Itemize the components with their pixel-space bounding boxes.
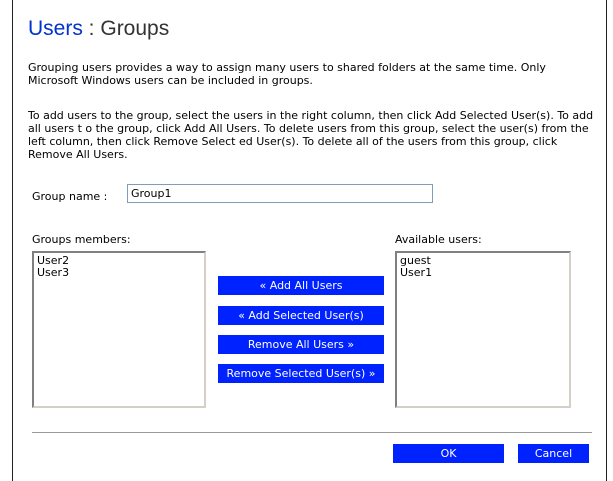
remove-selected-users-button[interactable]: Remove Selected User(s) » <box>218 364 384 383</box>
ok-button[interactable]: OK <box>393 444 504 463</box>
cancel-button[interactable]: Cancel <box>518 444 589 463</box>
users-breadcrumb-link[interactable]: Users <box>28 17 83 40</box>
intro-instructions: To add users to the group, select the us… <box>28 109 594 161</box>
group-members-listbox[interactable]: User2 User3 <box>32 251 206 408</box>
footer-divider <box>32 432 592 433</box>
available-users-listbox[interactable]: guest User1 <box>395 251 571 408</box>
intro-description: Grouping users provides a way to assign … <box>28 61 546 87</box>
add-all-users-button[interactable]: « Add All Users <box>218 276 384 295</box>
available-list-item[interactable]: User1 <box>400 267 566 279</box>
page-title: Users : Groups <box>28 17 169 41</box>
group-members-label: Groups members: <box>32 233 131 246</box>
group-name-label: Group name : <box>32 190 108 203</box>
breadcrumb-separator: : <box>82 17 101 40</box>
member-list-item[interactable]: User3 <box>37 267 201 279</box>
page-title-groups: Groups <box>100 17 170 40</box>
remove-all-users-button[interactable]: Remove All Users » <box>218 335 384 354</box>
available-users-label: Available users: <box>395 233 482 246</box>
group-name-input[interactable] <box>127 184 433 203</box>
groups-page: Users : Groups Grouping users provides a… <box>12 0 607 481</box>
add-selected-users-button[interactable]: « Add Selected User(s) <box>218 306 384 325</box>
